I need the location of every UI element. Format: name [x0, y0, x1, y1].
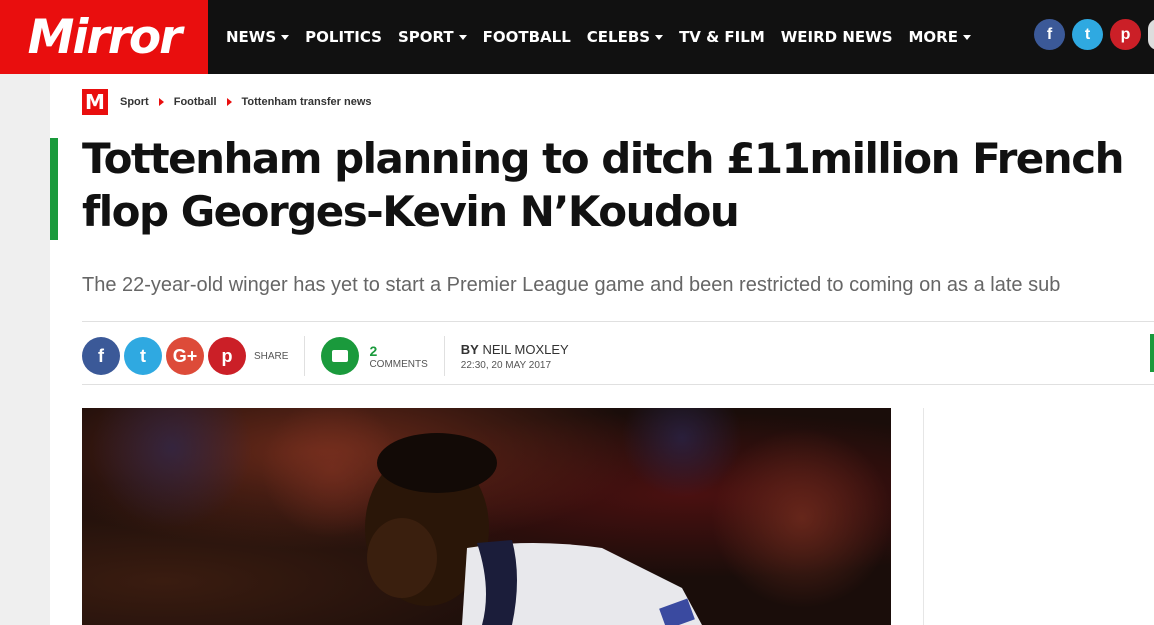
- share-bar: f t G+ p SHARE 2 COMMENTS BY NEIL MOXLEY…: [82, 336, 569, 376]
- byline: BY NEIL MOXLEY 22:30, 20 MAY 2017: [461, 342, 569, 371]
- nav-item-sport[interactable]: SPORT: [398, 28, 467, 46]
- comments-text: 2 COMMENTS: [369, 343, 427, 370]
- facebook-icon[interactable]: f: [1034, 19, 1065, 50]
- breadcrumb-sport[interactable]: Sport: [120, 96, 149, 108]
- vertical-divider: [443, 336, 445, 376]
- nav-label: WEIRD NEWS: [780, 28, 893, 46]
- nav-item-tv-film[interactable]: TV & FILM: [679, 28, 765, 46]
- right-accent-bar: [1150, 334, 1154, 372]
- nav-item-weird-news[interactable]: WEIRD NEWS: [781, 28, 893, 46]
- nav-label: FOOTBALL: [482, 28, 571, 46]
- top-navigation-bar: Mirror NEWS POLITICS SPORT FOOTBALL CELE…: [0, 0, 1154, 74]
- comments-count: 2: [369, 342, 378, 359]
- arrow-right-icon: [226, 98, 232, 106]
- article-standfirst: The 22-year-old winger has yet to start …: [82, 274, 1061, 296]
- publish-date: 22:30, 20 MAY 2017: [460, 359, 552, 371]
- twitter-icon[interactable]: t: [1072, 19, 1103, 50]
- article-headline: Tottenham planning to ditch £11million F…: [82, 134, 1125, 236]
- share-buttons: f t G+ p SHARE: [82, 337, 288, 375]
- share-label: SHARE: [254, 350, 289, 362]
- mirror-m-icon[interactable]: M: [82, 89, 108, 115]
- nav-item-news[interactable]: NEWS: [226, 28, 290, 46]
- vertical-divider: [304, 336, 306, 376]
- nav-label: TV & FILM: [679, 28, 765, 46]
- author-line: BY NEIL MOXLEY: [461, 342, 569, 357]
- author-prefix: BY: [460, 341, 479, 357]
- nav-item-football[interactable]: FOOTBALL: [483, 28, 571, 46]
- main-nav: NEWS POLITICS SPORT FOOTBALL CELEBS TV &…: [218, 0, 979, 74]
- nav-item-politics[interactable]: POLITICS: [305, 28, 382, 46]
- nav-label: POLITICS: [305, 28, 382, 46]
- more-social-icon[interactable]: [1148, 19, 1154, 50]
- divider: [82, 321, 1154, 322]
- logo-text: Mirror: [27, 9, 183, 65]
- twitter-share-icon[interactable]: t: [124, 337, 162, 375]
- nav-label: MORE: [908, 28, 958, 46]
- caret-down-icon: [655, 34, 664, 40]
- sidebar-divider: [923, 408, 924, 625]
- comments-label: COMMENTS: [369, 358, 428, 370]
- author-name[interactable]: NEIL MOXLEY: [482, 342, 568, 357]
- nav-item-more[interactable]: MORE: [909, 28, 971, 46]
- caret-down-icon: [962, 34, 971, 40]
- hero-image[interactable]: [82, 408, 891, 625]
- comments-link[interactable]: 2 COMMENTS: [321, 337, 428, 375]
- caret-down-icon: [281, 34, 290, 40]
- caret-down-icon: [458, 34, 467, 40]
- nav-item-celebs[interactable]: CELEBS: [586, 28, 664, 46]
- article-panel: M Sport Football Tottenham transfer news…: [50, 74, 1154, 625]
- nav-label: NEWS: [226, 28, 277, 46]
- google-plus-share-icon[interactable]: G+: [166, 337, 204, 375]
- pinterest-icon[interactable]: p: [1110, 19, 1141, 50]
- nav-label: CELEBS: [586, 28, 651, 46]
- pinterest-share-icon[interactable]: p: [208, 337, 246, 375]
- header-social-links: f t p: [1034, 19, 1154, 50]
- divider: [82, 384, 1154, 385]
- comment-bubble-icon: [321, 337, 360, 375]
- headline-accent-bar: [50, 138, 58, 240]
- facebook-share-icon[interactable]: f: [82, 337, 120, 375]
- breadcrumb-football[interactable]: Football: [174, 96, 217, 108]
- mirror-logo[interactable]: Mirror: [0, 0, 208, 74]
- breadcrumb: M Sport Football Tottenham transfer news: [82, 89, 372, 115]
- nav-label: SPORT: [397, 28, 454, 46]
- hero-image-art: [92, 408, 891, 625]
- breadcrumb-tottenham[interactable]: Tottenham transfer news: [242, 96, 372, 108]
- arrow-right-icon: [158, 98, 164, 106]
